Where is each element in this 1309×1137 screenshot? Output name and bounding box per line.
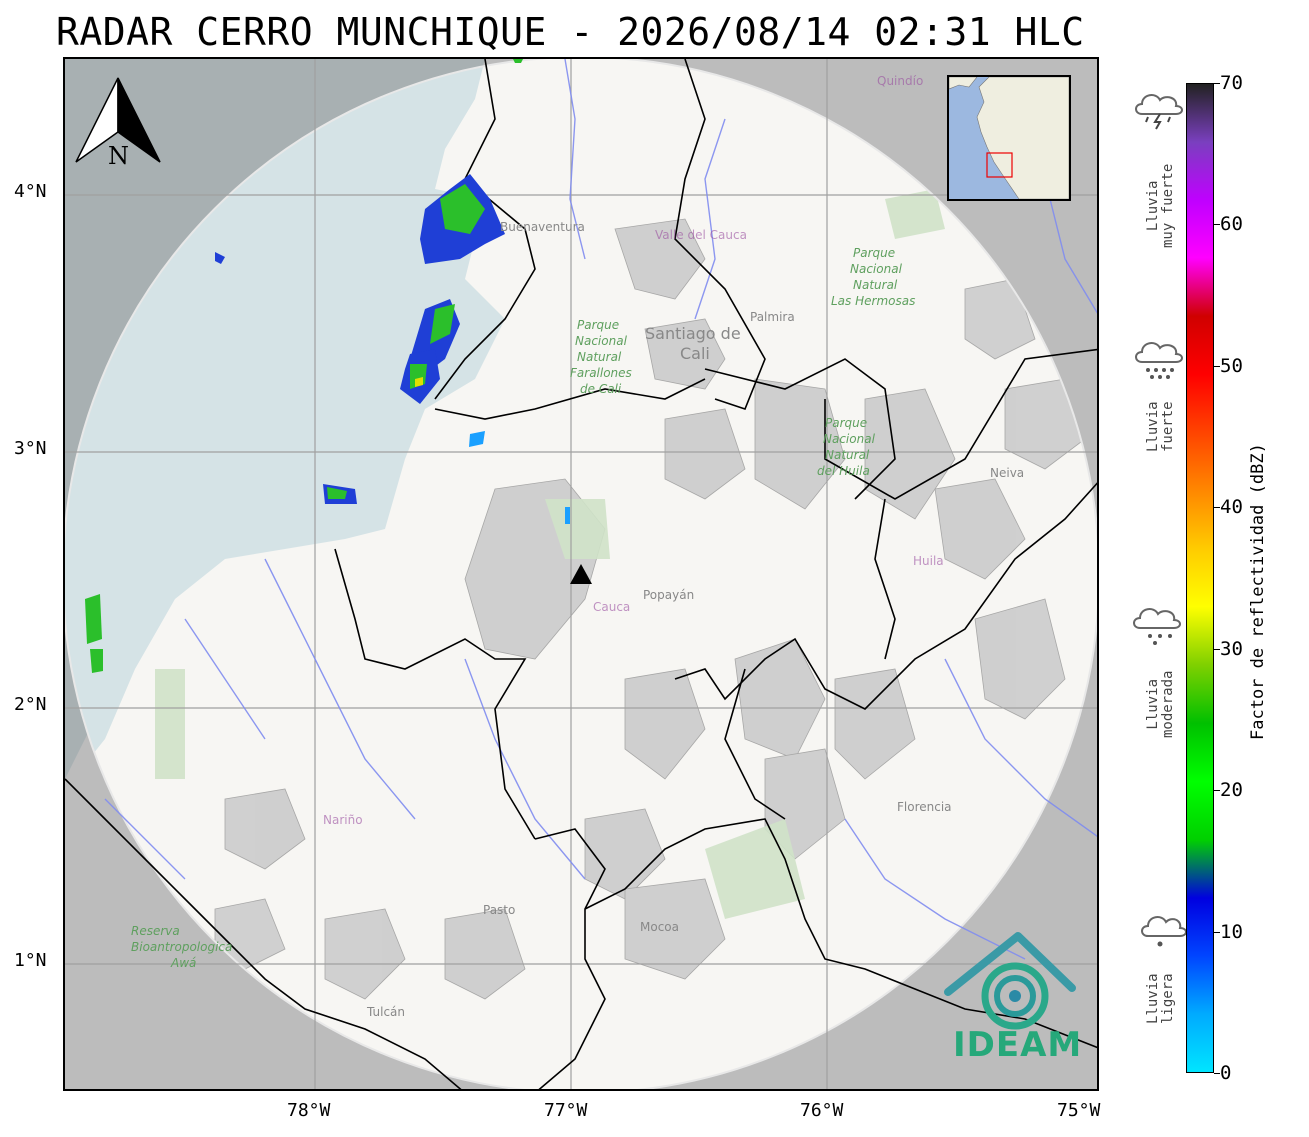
lat-label-1n: 1°N [14, 950, 47, 971]
colorbar-tick-label: 60 [1220, 213, 1243, 236]
pnn-farallones-3: Natural [577, 350, 622, 364]
reserva-1: Reserva [131, 924, 180, 938]
legend-label-ligera: Lluvia ligera [1145, 973, 1176, 1024]
lon-label-76w: 76°W [800, 1100, 844, 1121]
ideam-logo-text: IDEAM [953, 1025, 1083, 1065]
legend-label-fuerte: Lluvia fuerte [1145, 401, 1176, 452]
colorbar-tick-label: 0 [1220, 1062, 1232, 1084]
legend-label-muy-fuerte: Lluvia muy fuerte [1145, 163, 1176, 248]
pnn-farallones-1: Parque [577, 318, 619, 332]
locator-inset-map [947, 75, 1071, 201]
pnn-huila-4: del Huila [817, 464, 870, 478]
radar-site-marker-icon [570, 564, 592, 584]
pnn-farallones-2: Nacional [575, 334, 628, 348]
colorbar-tick-label: 20 [1220, 779, 1243, 802]
reserva-3: Awá [170, 956, 196, 970]
place-pasto: Pasto [483, 903, 515, 917]
place-huila: Huila [913, 554, 944, 568]
place-buenaventura: Buenaventura [500, 220, 585, 234]
pnn-hermosas-2: Nacional [850, 262, 903, 276]
place-santiago-2: Cali [680, 344, 710, 363]
lon-label-77w: 77°W [544, 1100, 588, 1121]
place-valle: Valle del Cauca [655, 228, 747, 242]
colorbar-tick-label: 40 [1220, 496, 1243, 519]
thunderstorm-cloud-icon [1135, 94, 1183, 130]
pnn-farallones-5: de Cali [580, 382, 622, 396]
colorbar-tick-label: 50 [1220, 354, 1243, 377]
place-florencia: Florencia [897, 800, 952, 814]
place-santiago-1: Santiago de [645, 324, 741, 343]
heavy-rain-cloud-icon [1135, 342, 1183, 379]
compass-label: N [108, 142, 129, 170]
pnn-hermosas-3: Natural [853, 278, 898, 292]
pnn-huila-3: Natural [825, 448, 870, 462]
lat-label-3n: 3°N [14, 438, 47, 459]
place-palmira: Palmira [750, 310, 795, 324]
place-tulcan: Tulcán [366, 1005, 405, 1019]
reflectivity-colorbar [1186, 83, 1214, 1073]
pnn-huila-2: Nacional [823, 432, 876, 446]
colorbar-tick-label: 70 [1220, 72, 1243, 94]
colorbar-tick-label: 10 [1220, 920, 1243, 943]
pnn-huila-1: Parque [825, 416, 867, 430]
place-quindio: Quindío [877, 74, 923, 88]
map-title: RADAR CERRO MUNCHIQUE - 2026/08/14 02:31… [56, 10, 1085, 54]
pnn-farallones-4: Farallones [570, 366, 632, 380]
moderate-rain-cloud-icon [1133, 608, 1181, 645]
place-popayan: Popayán [643, 588, 694, 602]
colorbar-title: Factor de reflectividad (dBZ) [1248, 443, 1268, 740]
lat-label-2n: 2°N [14, 694, 47, 715]
place-cauca: Cauca [593, 600, 630, 614]
colorbar-tick-label: 30 [1220, 637, 1243, 660]
lat-label-4n: 4°N [14, 181, 47, 202]
lon-label-75w: 75°W [1057, 1100, 1101, 1121]
reserva-2: Bioantropologica [131, 940, 232, 954]
legend-label-moderada: Lluvia moderada [1145, 670, 1176, 738]
pnn-hermosas-1: Parque [853, 246, 895, 260]
place-mocoa: Mocoa [640, 920, 679, 934]
lon-label-78w: 78°W [287, 1100, 331, 1121]
pnn-hermosas-4: Las Hermosas [831, 294, 915, 308]
place-neiva: Neiva [990, 466, 1024, 480]
place-narino: Nariño [323, 813, 363, 827]
